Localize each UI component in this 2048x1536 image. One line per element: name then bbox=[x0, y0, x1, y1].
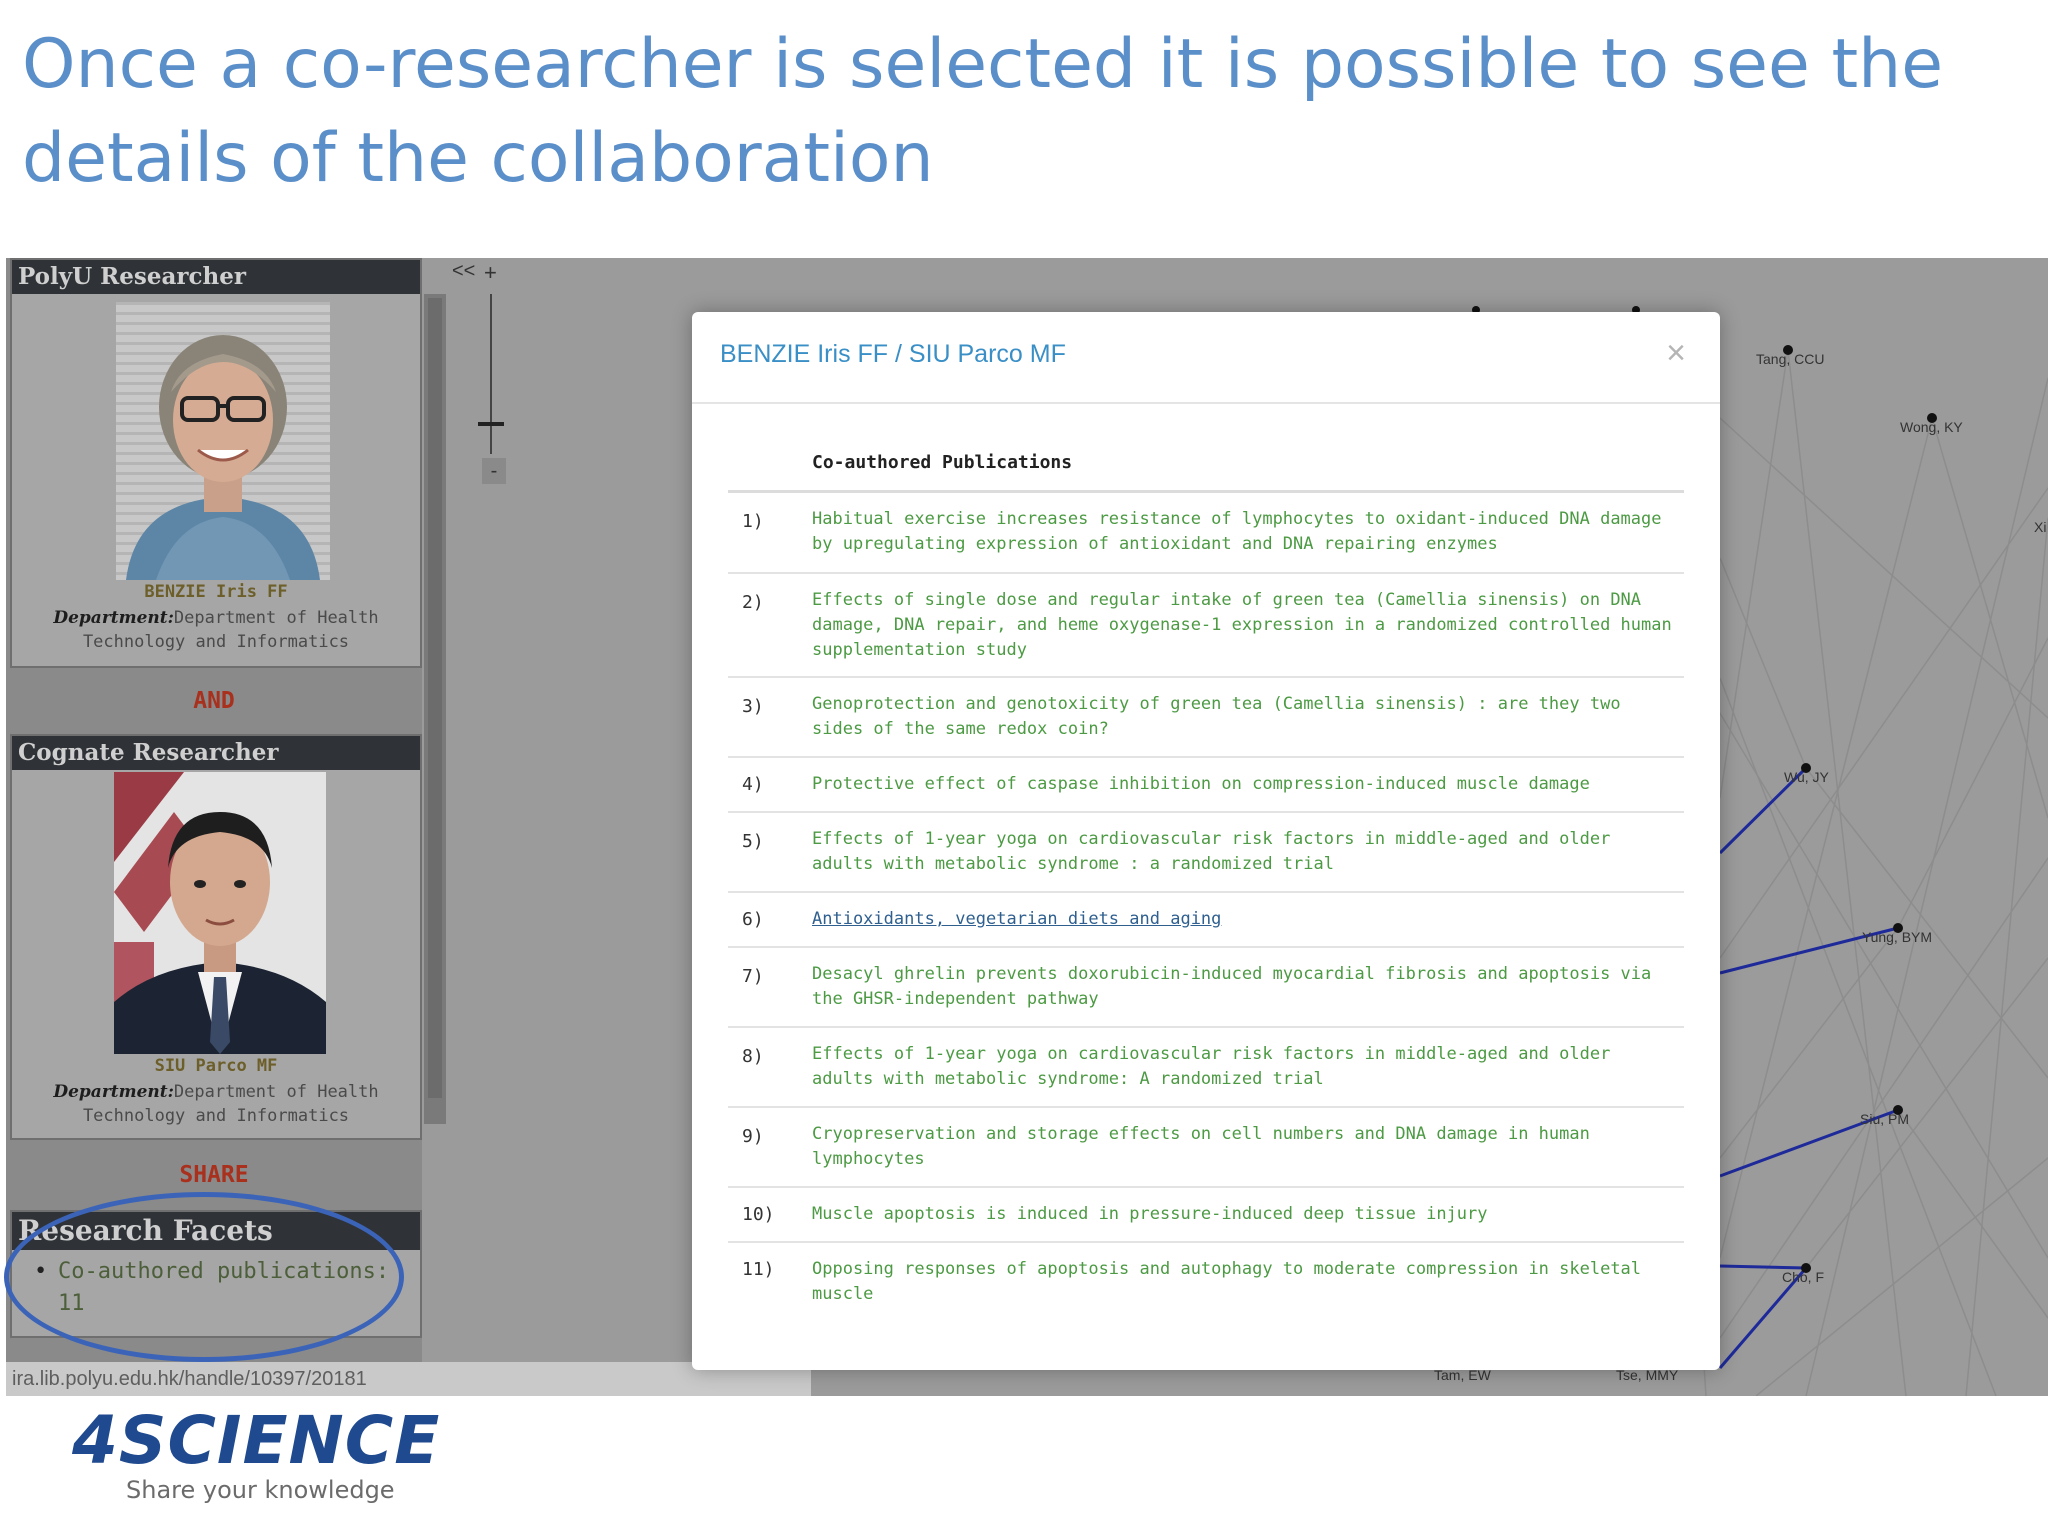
publication-row: 8) Effects of 1-year yoga on cardiovascu… bbox=[728, 1028, 1684, 1108]
publication-link[interactable]: Cryopreservation and storage effects on … bbox=[812, 1122, 1672, 1172]
sidebar-scrollbar-thumb[interactable] bbox=[428, 298, 442, 1098]
polyu-researcher-card: PolyU Researcher BENZIE Iris FF Departme… bbox=[10, 258, 422, 668]
publication-link[interactable]: Antioxidants, vegetarian diets and aging bbox=[812, 907, 1672, 932]
publication-link[interactable]: Genoprotection and genotoxicity of green… bbox=[812, 692, 1672, 742]
cognate-researcher-card: Cognate Researcher SIU Parco MF Departme… bbox=[10, 734, 422, 1140]
graph-edge bbox=[1897, 1109, 2048, 1319]
publication-row: 5) Effects of 1-year yoga on cardiovascu… bbox=[728, 813, 1684, 893]
column-header: Co-authored Publications bbox=[812, 452, 1073, 473]
modal-title: BENZIE Iris FF / SIU Parco MF bbox=[720, 340, 1066, 368]
publication-row: 4) Protective effect of caspase inhibiti… bbox=[728, 758, 1684, 813]
publication-row: 9) Cryopreservation and storage effects … bbox=[728, 1108, 1684, 1188]
department-label: Department: bbox=[53, 1082, 174, 1102]
publication-link[interactable]: Habitual exercise increases resistance o… bbox=[812, 507, 1672, 557]
logo-tagline: Share your knowledge bbox=[126, 1476, 395, 1504]
modal-header: BENZIE Iris FF / SIU Parco MF × bbox=[692, 312, 1720, 404]
publication-number: 11) bbox=[742, 1259, 775, 1280]
slide-title: Once a co-researcher is selected it is p… bbox=[22, 25, 1944, 198]
collaboration-details-modal: BENZIE Iris FF / SIU Parco MF × Co-autho… bbox=[692, 312, 1720, 1370]
publication-number: 2) bbox=[742, 592, 764, 613]
company-logo: 4SCIENCE Share your knowledge bbox=[72, 1402, 441, 1505]
publication-link[interactable]: Effects of 1-year yoga on cardiovascular… bbox=[812, 827, 1672, 877]
publication-row: 2) Effects of single dose and regular in… bbox=[728, 574, 1684, 678]
publication-row: 7) Desacyl ghrelin prevents doxorubicin-… bbox=[728, 948, 1684, 1028]
logo-wordmark: 4SCIENCE bbox=[72, 1402, 441, 1479]
graph-edge bbox=[1965, 517, 2048, 1396]
graph-edge bbox=[1719, 487, 2048, 959]
publication-link[interactable]: Effects of 1-year yoga on cardiovascular… bbox=[812, 1042, 1672, 1092]
department-label: Department: bbox=[53, 608, 174, 628]
publication-number: 1) bbox=[742, 511, 764, 532]
researcher2-name[interactable]: SIU Parco MF bbox=[12, 1056, 420, 1076]
graph-node-label: Cho, F bbox=[1782, 1269, 1824, 1285]
researcher2-department: Department:Department of Health Technolo… bbox=[16, 1080, 416, 1128]
researcher1-department: Department:Department of Health Technolo… bbox=[16, 606, 416, 654]
publication-row: 11) Opposing responses of apoptosis and … bbox=[728, 1243, 1684, 1304]
researcher2-photo[interactable] bbox=[114, 772, 326, 1054]
graph-edge bbox=[1719, 417, 1933, 1259]
zoom-in-button[interactable]: + bbox=[484, 260, 497, 286]
publication-number: 10) bbox=[742, 1204, 775, 1225]
publications-table-header: Co-authored Publications bbox=[728, 442, 1684, 493]
zoom-slider-track[interactable] bbox=[490, 294, 492, 454]
graph-edge bbox=[1719, 557, 1807, 769]
graph-node-label: Xi bbox=[2034, 519, 2046, 535]
publication-number: 4) bbox=[742, 774, 764, 795]
status-bar-url: ira.lib.polyu.edu.hk/handle/10397/20181 bbox=[6, 1362, 811, 1396]
graph-edge bbox=[1719, 417, 2048, 719]
zoom-slider-handle[interactable] bbox=[478, 422, 504, 426]
close-icon[interactable]: × bbox=[1666, 334, 1686, 373]
cognate-researcher-header: Cognate Researcher bbox=[12, 736, 420, 770]
publication-link[interactable]: Protective effect of caspase inhibition … bbox=[812, 772, 1672, 797]
graph-edge bbox=[1719, 349, 1789, 799]
graph-edge bbox=[1719, 677, 1997, 1396]
graph-edge bbox=[1931, 417, 2048, 819]
publications-table: Co-authored Publications 1) Habitual exe… bbox=[728, 442, 1684, 1304]
and-label: AND bbox=[193, 688, 235, 714]
publication-number: 9) bbox=[742, 1126, 764, 1147]
publication-link[interactable]: Muscle apoptosis is induced in pressure-… bbox=[812, 1202, 1672, 1227]
graph-edge bbox=[1897, 637, 2048, 929]
graph-node-label: Siu, PM bbox=[1860, 1111, 1909, 1127]
share-label: SHARE bbox=[179, 1162, 249, 1188]
publication-number: 7) bbox=[742, 966, 764, 987]
publication-row: 3) Genoprotection and genotoxicity of gr… bbox=[728, 678, 1684, 758]
publication-number: 8) bbox=[742, 1046, 764, 1067]
graph-edge bbox=[1805, 767, 2048, 1079]
publication-number: 5) bbox=[742, 831, 764, 852]
graph-node-label: Tang, CCU bbox=[1756, 351, 1824, 367]
collapse-panel-button[interactable]: << bbox=[452, 260, 475, 283]
polyu-researcher-header: PolyU Researcher bbox=[12, 260, 420, 294]
graph-node-label: Wong, KY bbox=[1900, 419, 1963, 435]
publication-link[interactable]: Desacyl ghrelin prevents doxorubicin-ind… bbox=[812, 962, 1672, 1012]
graph-edge-highlight bbox=[1719, 1264, 1807, 1270]
publication-row: 1) Habitual exercise increases resistanc… bbox=[728, 493, 1684, 574]
publication-link[interactable]: Effects of single dose and regular intak… bbox=[812, 588, 1672, 663]
zoom-out-button[interactable]: - bbox=[482, 458, 506, 484]
publication-number: 6) bbox=[742, 909, 764, 930]
publication-row: 6) Antioxidants, vegetarian diets and ag… bbox=[728, 893, 1684, 948]
researcher1-photo[interactable] bbox=[116, 302, 330, 580]
publication-row: 10) Muscle apoptosis is induced in press… bbox=[728, 1188, 1684, 1243]
graph-node-label: Wu, JY bbox=[1784, 769, 1830, 785]
graph-node-label: Yung, BYM bbox=[1862, 929, 1932, 945]
graph-edge bbox=[1805, 957, 2048, 1269]
highlight-circle-annotation bbox=[4, 1192, 404, 1362]
publication-link[interactable]: Opposing responses of apoptosis and auto… bbox=[812, 1257, 1672, 1307]
publication-number: 3) bbox=[742, 696, 764, 717]
researcher1-name[interactable]: BENZIE Iris FF bbox=[12, 582, 420, 602]
